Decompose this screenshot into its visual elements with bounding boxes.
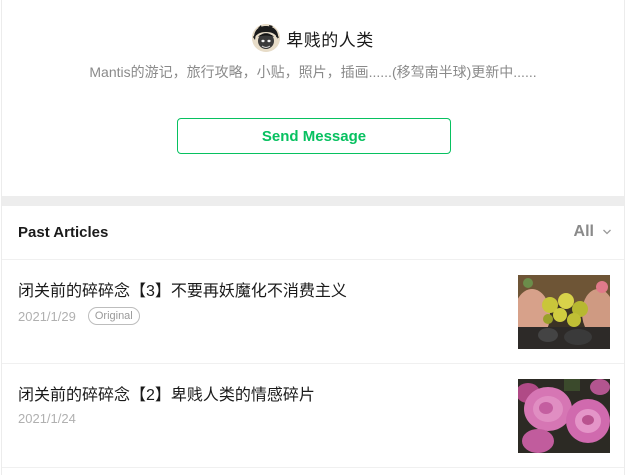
article-meta: 2021/1/24 bbox=[18, 411, 76, 426]
past-articles-title: Past Articles bbox=[18, 224, 109, 241]
profile-bio: Mantis的游记，旅行攻略，小贴，照片，插画......(移驾南半球)更新中.… bbox=[89, 64, 537, 80]
section-divider bbox=[2, 196, 624, 206]
avatar-icon[interactable] bbox=[252, 24, 281, 52]
article-list-item[interactable]: 闭关前的碎碎念【3】不要再妖魔化不消费主义 2021/1/29 Original bbox=[2, 260, 624, 364]
article-title: 闭关前的碎碎念【3】不要再妖魔化不消费主义 bbox=[18, 283, 347, 300]
article-filter-dropdown[interactable]: All bbox=[574, 223, 612, 241]
send-message-button[interactable]: Send Message bbox=[177, 118, 451, 154]
profile-page: 卑贱的人类 Mantis的游记，旅行攻略，小贴，照片，插画......(移驾南半… bbox=[1, 0, 625, 475]
article-date: 2021/1/24 bbox=[18, 411, 76, 426]
pink-roses-image bbox=[518, 379, 610, 453]
lemons-in-hands-image bbox=[518, 275, 610, 349]
past-articles-header: Past Articles All bbox=[2, 206, 624, 260]
filter-label: All bbox=[573, 223, 594, 240]
profile-name: 卑贱的人类 bbox=[286, 30, 374, 50]
article-meta: 2021/1/29 Original bbox=[18, 307, 140, 325]
article-date: 2021/1/29 bbox=[18, 308, 76, 324]
article-title: 闭关前的碎碎念【2】卑贱人类的情感碎片 bbox=[18, 387, 315, 404]
chevron-down-icon bbox=[603, 229, 611, 235]
original-badge: Original bbox=[87, 307, 140, 325]
article-list-item[interactable]: 闭关前的碎碎念【2】卑贱人类的情感碎片 2021/1/24 bbox=[2, 364, 624, 468]
profile-header: 卑贱的人类 Mantis的游记，旅行攻略，小贴，照片，插画......(移驾南半… bbox=[2, 0, 624, 196]
profile-name-row: 卑贱的人类 bbox=[2, 24, 624, 52]
